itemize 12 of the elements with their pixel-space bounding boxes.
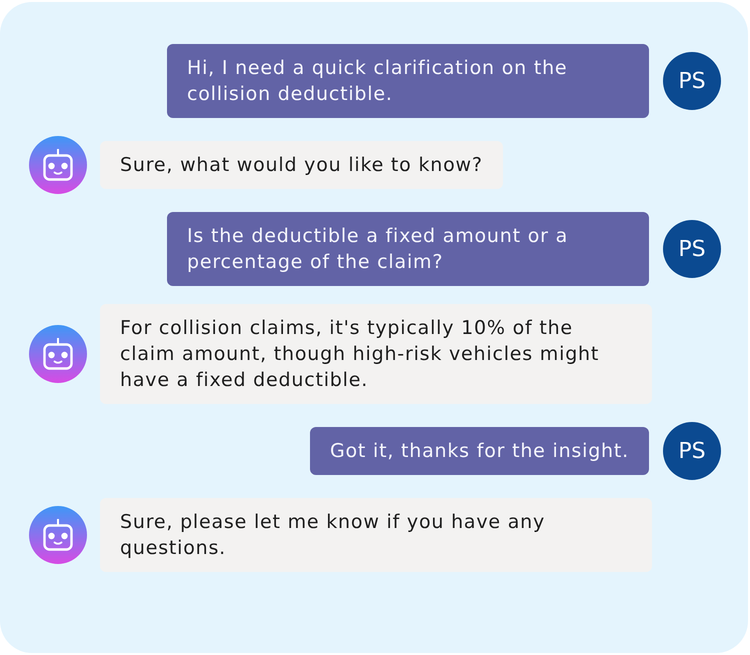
user-avatar: PS [663,52,721,110]
user-avatar: PS [663,422,721,480]
user-message-bubble: Got it, thanks for the insight. [310,427,649,475]
bot-message-bubble: For collision claims, it's typically 10% of the claim amount, though high-risk vehicles might have a fixed deductible. [100,304,652,404]
bot-message-bubble: Sure, please let me know if you have any questions. [100,498,652,572]
user-message-bubble: Is the deductible a fixed amount or a percentage of the claim? [167,212,649,286]
bot-message-bubble: Sure, what would you like to know? [100,141,503,189]
user-message-bubble: Hi, I need a quick clarification on the collision deductible. [167,44,649,118]
robot-avatar-icon [29,325,87,383]
user-avatar: PS [663,220,721,278]
robot-avatar-icon [29,136,87,194]
robot-avatar-icon [29,506,87,564]
